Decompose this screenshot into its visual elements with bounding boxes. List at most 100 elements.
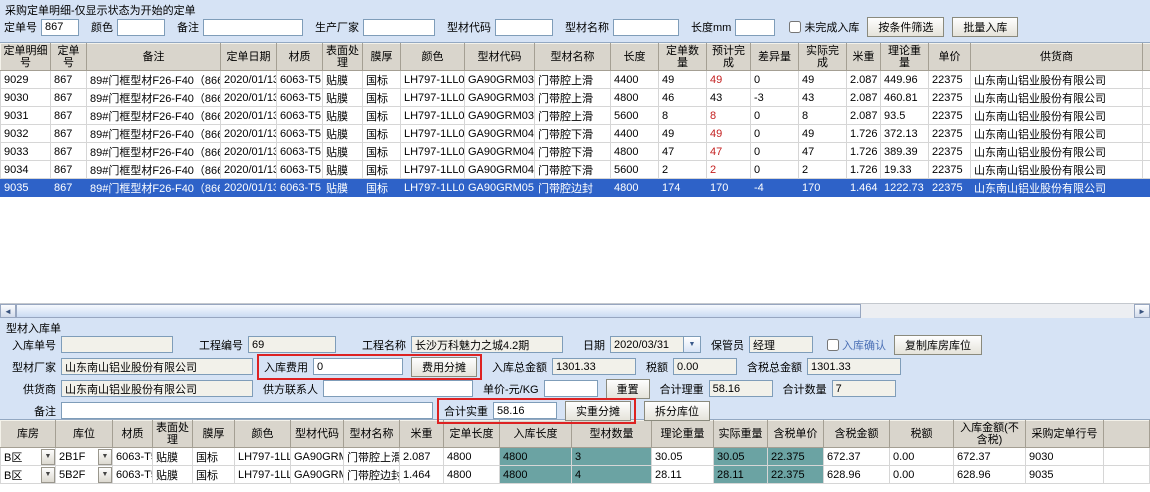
grid-cell[interactable]: 2 xyxy=(707,161,751,179)
grid-row[interactable]: B区▼2B1F▼6063-T5贴膜国标LH797-1LL0GA90GRM03门带… xyxy=(1,448,1150,466)
grid-cell[interactable]: 山东南山铝业股份有限公司 xyxy=(971,179,1143,197)
column-header[interactable]: 膜厚 xyxy=(363,44,401,71)
grid-cell[interactable]: 672.37 xyxy=(824,448,890,466)
column-header[interactable]: 供货商 xyxy=(971,44,1143,71)
grid-cell[interactable]: 山东南山铝业股份有限公司 xyxy=(971,89,1143,107)
grid-cell[interactable]: LH797-1LL0 xyxy=(401,125,465,143)
grid-cell[interactable]: 49 xyxy=(799,71,847,89)
filter-input-7[interactable] xyxy=(735,19,775,36)
grid-cell[interactable]: GA90GRM05 xyxy=(291,466,344,484)
grid-cell[interactable]: 9030 xyxy=(1026,448,1104,466)
filter-input-2[interactable] xyxy=(117,19,165,36)
grid-cell[interactable]: 1.726 xyxy=(847,125,881,143)
column-header[interactable]: 型材名称 xyxy=(535,44,611,71)
filter-input-6[interactable] xyxy=(613,19,679,36)
grid-cell[interactable]: 460.81 xyxy=(881,89,929,107)
grid-cell[interactable]: 6063-T5 xyxy=(113,448,153,466)
column-header[interactable]: 表面处理 xyxy=(153,421,193,448)
column-header[interactable]: 库位 xyxy=(56,421,113,448)
grid-cell[interactable]: 47 xyxy=(707,143,751,161)
column-header[interactable]: 理论重量 xyxy=(652,421,714,448)
grid-cell[interactable]: LH797-1LL0 xyxy=(401,89,465,107)
grid-cell[interactable]: 贴膜 xyxy=(323,89,363,107)
column-header[interactable]: 定单号 xyxy=(51,44,87,71)
grid-cell[interactable]: 0 xyxy=(751,143,799,161)
grid-cell[interactable]: 4800 xyxy=(611,179,659,197)
grid-cell[interactable]: 389.39 xyxy=(881,143,929,161)
grid-cell[interactable]: LH797-1LL0 xyxy=(401,107,465,125)
grid-cell[interactable]: 门带腔下滑 xyxy=(535,161,611,179)
grid-cell[interactable]: 8 xyxy=(659,107,707,125)
column-header[interactable] xyxy=(1143,44,1150,71)
inbound-no-field[interactable] xyxy=(61,336,173,353)
grid-cell[interactable]: 4800 xyxy=(500,466,572,484)
supplier-field[interactable] xyxy=(61,380,253,397)
order-grid-hscrollbar[interactable]: ◄ ► xyxy=(0,303,1150,318)
grid-cell[interactable]: 89#门框型材F26-F40（866+867） xyxy=(87,125,221,143)
grid-cell[interactable]: 2020/01/13 xyxy=(221,125,277,143)
grid-cell[interactable]: 372.13 xyxy=(881,125,929,143)
column-header[interactable]: 含税单价 xyxy=(768,421,824,448)
grid-cell[interactable]: 867 xyxy=(51,107,87,125)
grid-cell[interactable]: 28.11 xyxy=(652,466,714,484)
grid-cell[interactable]: 2020/01/13 xyxy=(221,89,277,107)
grid-cell[interactable]: 8 xyxy=(707,107,751,125)
grid-cell[interactable]: 43 xyxy=(707,89,751,107)
unit-price-field[interactable] xyxy=(544,380,598,397)
date-field[interactable] xyxy=(610,336,684,353)
grid-cell[interactable]: 47 xyxy=(799,143,847,161)
grid-cell[interactable]: 0 xyxy=(751,107,799,125)
grid-cell[interactable]: 4800 xyxy=(611,143,659,161)
grid-cell[interactable]: 9029 xyxy=(1,71,51,89)
column-header[interactable]: 长度 xyxy=(611,44,659,71)
grid-cell[interactable]: 0.00 xyxy=(890,448,954,466)
grid-cell[interactable]: 门带腔边封 xyxy=(535,179,611,197)
grid-row[interactable]: 903386789#门框型材F26-F40（866+867）2020/01/13… xyxy=(1,143,1150,161)
grid-cell[interactable]: LH797-1LL0 xyxy=(401,179,465,197)
grid-cell[interactable]: 国标 xyxy=(363,125,401,143)
grid-cell[interactable]: 山东南山铝业股份有限公司 xyxy=(971,125,1143,143)
column-header[interactable]: 理论重量 xyxy=(881,44,929,71)
grid-cell[interactable]: 22375 xyxy=(929,89,971,107)
grid-cell[interactable]: 22375 xyxy=(929,107,971,125)
column-header[interactable]: 实际重量 xyxy=(714,421,768,448)
grid-row[interactable]: 903586789#门框型材F26-F40（866+867）2020/01/13… xyxy=(1,179,1150,197)
grid-cell[interactable]: 2B1F▼ xyxy=(56,448,113,466)
grid-cell[interactable]: 2020/01/13 xyxy=(221,179,277,197)
grid-cell[interactable]: 5B2F▼ xyxy=(56,466,113,484)
grid-cell[interactable]: 山东南山铝业股份有限公司 xyxy=(971,161,1143,179)
grid-cell[interactable]: 6063-T5 xyxy=(277,125,323,143)
grid-cell[interactable] xyxy=(1143,143,1150,161)
grid-cell[interactable]: 4400 xyxy=(611,125,659,143)
grid-cell[interactable]: 9032 xyxy=(1,125,51,143)
grid-cell[interactable]: 6063-T5 xyxy=(277,143,323,161)
filter-by-condition-button[interactable]: 按条件筛选 xyxy=(867,17,944,37)
grid-cell[interactable]: 门带腔边封 xyxy=(344,466,400,484)
actual-weight-allocate-button[interactable]: 实重分摊 xyxy=(565,401,631,421)
grid-cell[interactable]: 2 xyxy=(659,161,707,179)
grid-cell[interactable]: LH797-1LL0 xyxy=(235,448,291,466)
grid-row[interactable]: 902986789#门框型材F26-F40（866+867）2020/01/13… xyxy=(1,71,1150,89)
grid-cell[interactable]: GA90GRM04 xyxy=(465,125,535,143)
grid-cell[interactable]: 国标 xyxy=(363,107,401,125)
reset-button[interactable]: 重置 xyxy=(606,379,650,399)
grid-cell[interactable]: 6063-T5 xyxy=(113,466,153,484)
grid-cell[interactable]: GA90GRM04 xyxy=(465,143,535,161)
grid-cell[interactable]: 0.00 xyxy=(890,466,954,484)
column-header[interactable]: 定单长度 xyxy=(444,421,500,448)
grid-cell[interactable]: 28.11 xyxy=(714,466,768,484)
grid-cell[interactable]: 2020/01/13 xyxy=(221,143,277,161)
grid-cell[interactable]: LH797-1LL0 xyxy=(401,161,465,179)
grid-cell[interactable]: 449.96 xyxy=(881,71,929,89)
grid-cell[interactable]: 174 xyxy=(659,179,707,197)
column-header[interactable]: 型材代码 xyxy=(291,421,344,448)
grid-cell[interactable]: 867 xyxy=(51,179,87,197)
grid-cell[interactable]: 9035 xyxy=(1026,466,1104,484)
grid-cell[interactable]: 贴膜 xyxy=(323,179,363,197)
grid-cell[interactable]: 672.37 xyxy=(954,448,1026,466)
project-no-field[interactable] xyxy=(248,336,336,353)
grid-cell[interactable]: 4800 xyxy=(444,448,500,466)
grid-cell[interactable]: 628.96 xyxy=(954,466,1026,484)
grid-cell[interactable]: 2020/01/13 xyxy=(221,161,277,179)
column-header[interactable]: 型材数量 xyxy=(572,421,652,448)
